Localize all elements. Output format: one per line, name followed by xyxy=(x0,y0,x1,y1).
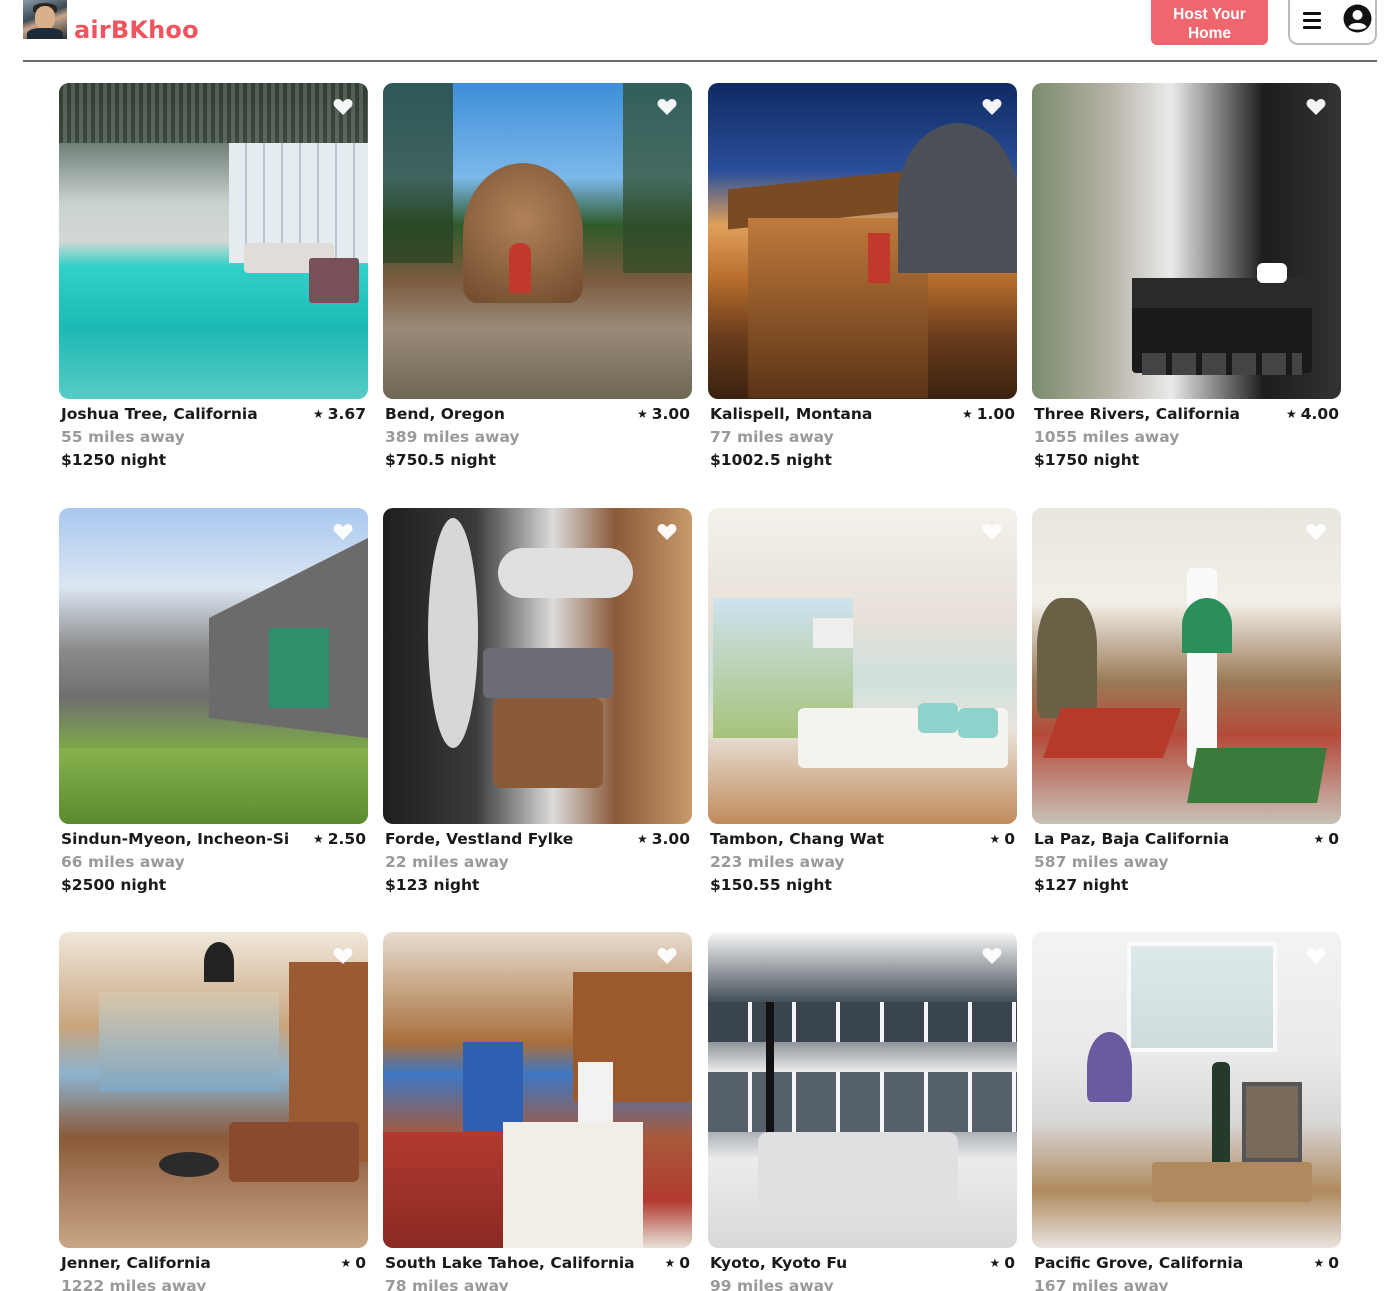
user-menu-button[interactable] xyxy=(1288,0,1377,45)
star-icon: ★ xyxy=(961,407,973,421)
listing-photo[interactable] xyxy=(708,508,1017,824)
listing-location: South Lake Tahoe, California xyxy=(385,1254,635,1272)
listing-price: $150.55 night xyxy=(710,876,832,894)
favorite-heart-icon[interactable] xyxy=(1306,947,1326,965)
listing-rating: ★ 3.00 xyxy=(636,830,690,848)
star-icon: ★ xyxy=(636,407,648,421)
favorite-heart-icon[interactable] xyxy=(333,523,353,541)
listing-card[interactable]: Kalispell, Montana ★ 1.00 77 miles away $… xyxy=(708,83,1017,483)
listing-rating: ★ 4.00 xyxy=(1285,405,1339,423)
listing-photo[interactable] xyxy=(1032,932,1341,1248)
listing-price: $1750 night xyxy=(1034,451,1140,469)
listing-distance: 167 miles away xyxy=(1034,1277,1169,1291)
favorite-heart-icon[interactable] xyxy=(1306,523,1326,541)
listing-rating: ★ 0 xyxy=(989,830,1015,848)
listing-price: $123 night xyxy=(385,876,480,894)
favorite-heart-icon[interactable] xyxy=(982,947,1002,965)
listing-distance: 77 miles away xyxy=(710,428,834,446)
listing-distance: 223 miles away xyxy=(710,853,845,871)
favorite-heart-icon[interactable] xyxy=(982,523,1002,541)
listing-rating: ★ 0 xyxy=(1313,1254,1339,1272)
listing-rating: ★ 0 xyxy=(1313,830,1339,848)
star-icon: ★ xyxy=(636,832,648,846)
listing-card[interactable]: Bend, Oregon ★ 3.00 389 miles away $750.5… xyxy=(383,83,692,483)
listing-card[interactable]: Forde, Vestland Fylke ★ 3.00 22 miles awa… xyxy=(383,508,692,908)
star-icon: ★ xyxy=(340,1256,352,1270)
listing-rating: ★ 1.00 xyxy=(961,405,1015,423)
listing-card[interactable]: Tambon, Chang Wat ★ 0 223 miles away $150… xyxy=(708,508,1017,908)
hamburger-menu-icon xyxy=(1303,12,1321,29)
favorite-heart-icon[interactable] xyxy=(657,523,677,541)
listing-location: Kyoto, Kyoto Fu xyxy=(710,1254,848,1272)
listing-photo[interactable] xyxy=(59,932,368,1248)
listing-location: Jenner, California xyxy=(61,1254,211,1272)
listing-photo[interactable] xyxy=(1032,83,1341,399)
profile-photo[interactable] xyxy=(23,0,67,39)
listing-location: Pacific Grove, California xyxy=(1034,1254,1244,1272)
listing-distance: 66 miles away xyxy=(61,853,185,871)
listing-card[interactable]: La Paz, Baja California ★ 0 587 miles awa… xyxy=(1032,508,1341,908)
listing-photo[interactable] xyxy=(59,83,368,399)
favorite-heart-icon[interactable] xyxy=(657,947,677,965)
listing-location: Kalispell, Montana xyxy=(710,405,873,423)
host-your-home-button[interactable]: Host Your Home xyxy=(1151,0,1268,45)
listing-rating: ★ 3.00 xyxy=(636,405,690,423)
listing-distance: 587 miles away xyxy=(1034,853,1169,871)
listing-card[interactable]: Joshua Tree, California ★ 3.67 55 miles a… xyxy=(59,83,368,483)
listing-location: La Paz, Baja California xyxy=(1034,830,1230,848)
listing-photo[interactable] xyxy=(708,83,1017,399)
listing-card[interactable]: Kyoto, Kyoto Fu ★ 0 99 miles away xyxy=(708,932,1017,1291)
listing-card[interactable]: Pacific Grove, California ★ 0 167 miles a… xyxy=(1032,932,1341,1291)
listing-distance: 78 miles away xyxy=(385,1277,509,1291)
listing-price: $1002.5 night xyxy=(710,451,832,469)
listing-location: Forde, Vestland Fylke xyxy=(385,830,574,848)
listing-photo[interactable] xyxy=(383,83,692,399)
user-circle-icon xyxy=(1343,4,1372,33)
listing-distance: 1222 miles away xyxy=(61,1277,207,1291)
listing-location: Bend, Oregon xyxy=(385,405,505,423)
listing-location: Joshua Tree, California xyxy=(61,405,258,423)
favorite-heart-icon[interactable] xyxy=(982,98,1002,116)
star-icon: ★ xyxy=(989,1256,1001,1270)
listing-photo[interactable] xyxy=(383,508,692,824)
favorite-heart-icon[interactable] xyxy=(657,98,677,116)
star-icon: ★ xyxy=(1313,1256,1325,1270)
listing-card[interactable]: Jenner, California ★ 0 1222 miles away xyxy=(59,932,368,1291)
star-icon: ★ xyxy=(1285,407,1297,421)
star-icon: ★ xyxy=(312,407,324,421)
listing-rating: ★ 0 xyxy=(664,1254,690,1272)
listing-card[interactable]: South Lake Tahoe, California ★ 0 78 miles… xyxy=(383,932,692,1291)
listing-location: Sindun-Myeon, Incheon-Si xyxy=(61,830,290,848)
listing-distance: 1055 miles away xyxy=(1034,428,1180,446)
listing-photo[interactable] xyxy=(59,508,368,824)
favorite-heart-icon[interactable] xyxy=(333,947,353,965)
listing-rating: ★ 3.67 xyxy=(312,405,366,423)
listing-rating: ★ 0 xyxy=(340,1254,366,1272)
favorite-heart-icon[interactable] xyxy=(1306,98,1326,116)
listing-distance: 99 miles away xyxy=(710,1277,834,1291)
listing-rating: ★ 0 xyxy=(989,1254,1015,1272)
app-logo[interactable]: airBKhoo xyxy=(74,16,199,44)
listing-card[interactable]: Three Rivers, California ★ 4.00 1055 mile… xyxy=(1032,83,1341,483)
listing-rating: ★ 2.50 xyxy=(312,830,366,848)
listing-distance: 389 miles away xyxy=(385,428,520,446)
listing-price: $2500 night xyxy=(61,876,167,894)
favorite-heart-icon[interactable] xyxy=(333,98,353,116)
listing-location: Tambon, Chang Wat xyxy=(710,830,885,848)
listing-photo[interactable] xyxy=(1032,508,1341,824)
listing-location: Three Rivers, California xyxy=(1034,405,1240,423)
listing-photo[interactable] xyxy=(383,932,692,1248)
star-icon: ★ xyxy=(989,832,1001,846)
listing-distance: 22 miles away xyxy=(385,853,509,871)
star-icon: ★ xyxy=(1313,832,1325,846)
listing-price: $1250 night xyxy=(61,451,167,469)
listing-photo[interactable] xyxy=(708,932,1017,1248)
listing-card[interactable]: Sindun-Myeon, Incheon-Si ★ 2.50 66 miles … xyxy=(59,508,368,908)
listing-price: $750.5 night xyxy=(385,451,497,469)
listing-distance: 55 miles away xyxy=(61,428,185,446)
star-icon: ★ xyxy=(312,832,324,846)
listing-price: $127 night xyxy=(1034,876,1129,894)
top-nav: airBKhoo Host Your Home xyxy=(23,0,1377,62)
star-icon: ★ xyxy=(664,1256,676,1270)
